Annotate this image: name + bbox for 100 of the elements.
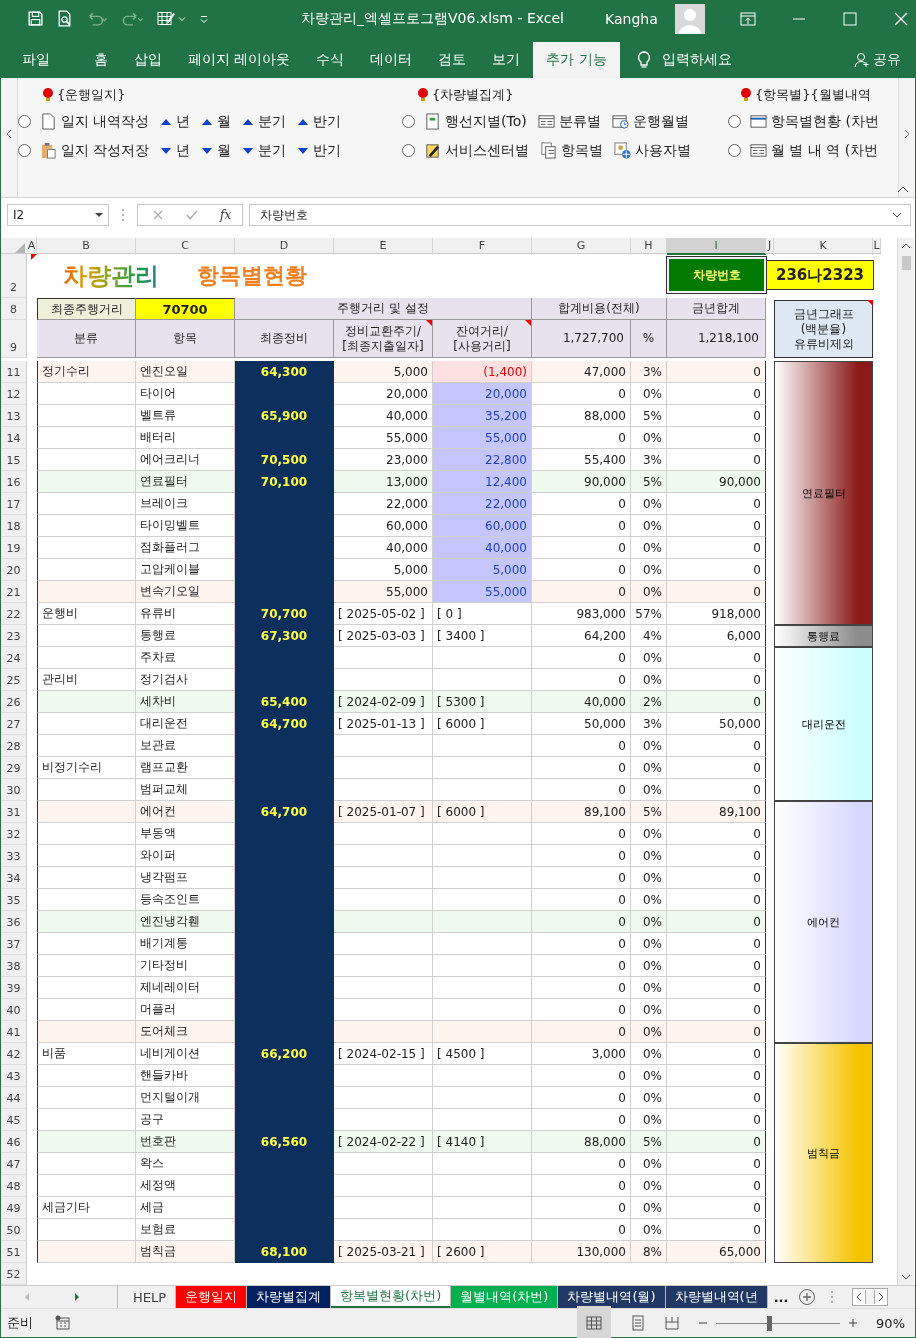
column-header[interactable]: G [532,238,631,255]
radio-button[interactable] [728,115,741,128]
row-header[interactable]: 52 [1,1263,27,1285]
row-header[interactable]: 18 [1,515,27,537]
dropdown-icon[interactable] [95,212,103,218]
print-preview-icon[interactable] [56,10,73,27]
row-header[interactable]: 25 [1,669,27,691]
row-header[interactable]: 15 [1,449,27,471]
row-header[interactable]: 42 [1,1043,27,1065]
row-header[interactable]: 11 [1,361,27,383]
ribbon-command[interactable]: 서비스센터별 [421,141,532,160]
row-header[interactable]: 37 [1,933,27,955]
radio-button[interactable] [402,144,415,157]
scroll-down-icon[interactable] [901,1273,911,1281]
row-header[interactable]: 8 [1,298,27,320]
scroll-up-icon[interactable] [901,242,911,250]
horizontal-scrollbar[interactable] [852,1288,889,1306]
row-header[interactable]: 40 [1,999,27,1021]
row-header[interactable]: 45 [1,1109,27,1131]
row-header[interactable]: 31 [1,801,27,823]
ribbon-tab[interactable]: 데이터 [357,42,426,78]
row-header[interactable]: 28 [1,735,27,757]
row-header[interactable]: 9 [1,320,27,358]
ribbon-command[interactable]: 월 [198,141,235,160]
ribbon-command[interactable]: 사용자별 [611,141,694,160]
row-header[interactable]: 43 [1,1065,27,1087]
ribbon-tab[interactable]: 삽입 [121,42,175,78]
column-header[interactable]: L [873,238,881,255]
ribbon-command[interactable]: 항목별 [537,141,606,160]
column-header[interactable]: D [235,238,334,255]
ribbon-command[interactable]: 일지 작성저장 [37,141,153,160]
row-header[interactable]: 33 [1,845,27,867]
ribbon-command[interactable]: 분기 [239,141,290,160]
row-header[interactable]: 44 [1,1087,27,1109]
row-header[interactable]: 41 [1,1021,27,1043]
radio-button[interactable] [728,144,741,157]
ribbon-command[interactable]: 분기 [239,112,290,131]
row-header[interactable]: 32 [1,823,27,845]
row-header[interactable]: 23 [1,625,27,647]
expand-icon[interactable] [892,212,902,218]
ribbon-tab[interactable]: 추가 기능 [533,42,620,78]
save-icon[interactable] [27,10,44,27]
sheet-tab[interactable]: 운행일지 [176,1286,248,1308]
row-header[interactable]: 38 [1,955,27,977]
row-header[interactable]: 2 [1,254,27,298]
zoom-in-icon[interactable] [848,1318,859,1328]
ribbon-command[interactable]: 월 [198,112,235,131]
column-header[interactable]: B [37,238,136,255]
row-header[interactable]: 19 [1,537,27,559]
page-break-icon[interactable] [664,1315,681,1331]
ribbon-command[interactable]: 년 [157,141,194,160]
row-header[interactable]: 48 [1,1175,27,1197]
macro-record-icon[interactable] [55,1315,71,1331]
row-header[interactable]: 35 [1,889,27,911]
column-header[interactable]: E [334,238,433,255]
row-header[interactable]: 12 [1,383,27,405]
sheet-tab[interactable]: 차량별내역(월) [558,1286,666,1308]
ribbon-tab[interactable]: 홈 [81,42,121,78]
zoom-thumb[interactable] [766,1315,772,1331]
column-header[interactable]: I [667,238,766,255]
column-header[interactable]: F [433,238,532,255]
sheet-tab[interactable]: 차량별내역(년 [665,1286,768,1308]
radio-button[interactable] [402,115,415,128]
row-header[interactable]: 21 [1,581,27,603]
ribbon-command[interactable]: 운행월별 [608,112,692,131]
radio-button[interactable] [18,115,31,128]
check-icon[interactable] [186,209,198,221]
row-header[interactable]: 29 [1,757,27,779]
row-header[interactable]: 47 [1,1153,27,1175]
add-sheet-icon[interactable] [798,1288,817,1306]
ribbon-tab[interactable]: 검토 [425,42,480,78]
row-header[interactable]: 27 [1,713,27,735]
column-header[interactable]: C [136,238,235,255]
collapse-ribbon-icon[interactable] [897,185,909,193]
formula-input[interactable]: 차량번호 [249,204,911,226]
close-icon[interactable] [893,10,909,27]
row-header[interactable]: 30 [1,779,27,801]
ribbon-tab[interactable]: 파일 [9,42,63,78]
name-box[interactable]: I2 [7,204,109,226]
row-header[interactable]: 34 [1,867,27,889]
ribbon-command[interactable]: 분류별 [534,112,604,131]
ribbon-command[interactable]: 년 [157,112,194,131]
column-header[interactable]: J [766,238,774,255]
ribbon-command[interactable]: 반기 [294,112,345,131]
ribbon-command[interactable]: 행선지별(To) [421,112,530,131]
ribbon-tab[interactable]: 수식 [303,42,358,78]
row-header[interactable]: 50 [1,1219,27,1241]
insert-function-button[interactable]: fx [220,208,232,222]
row-header[interactable]: 13 [1,405,27,427]
maximize-icon[interactable] [842,10,858,27]
vertical-scrollbar[interactable] [897,238,914,1285]
ribbon-command[interactable]: 월 별 내 역 (차번 [747,141,882,160]
ribbon-command[interactable]: 항목별현황 (차번 [747,112,882,131]
row-header[interactable]: 20 [1,559,27,581]
more-sheets-button[interactable]: ... [767,1286,795,1308]
row-header[interactable]: 36 [1,911,27,933]
scroll-left-icon[interactable] [5,128,13,140]
sheet-tab[interactable]: 항복별현황(차번) [331,1286,452,1308]
row-header[interactable]: 26 [1,691,27,713]
next-sheet-icon[interactable] [73,1292,81,1302]
